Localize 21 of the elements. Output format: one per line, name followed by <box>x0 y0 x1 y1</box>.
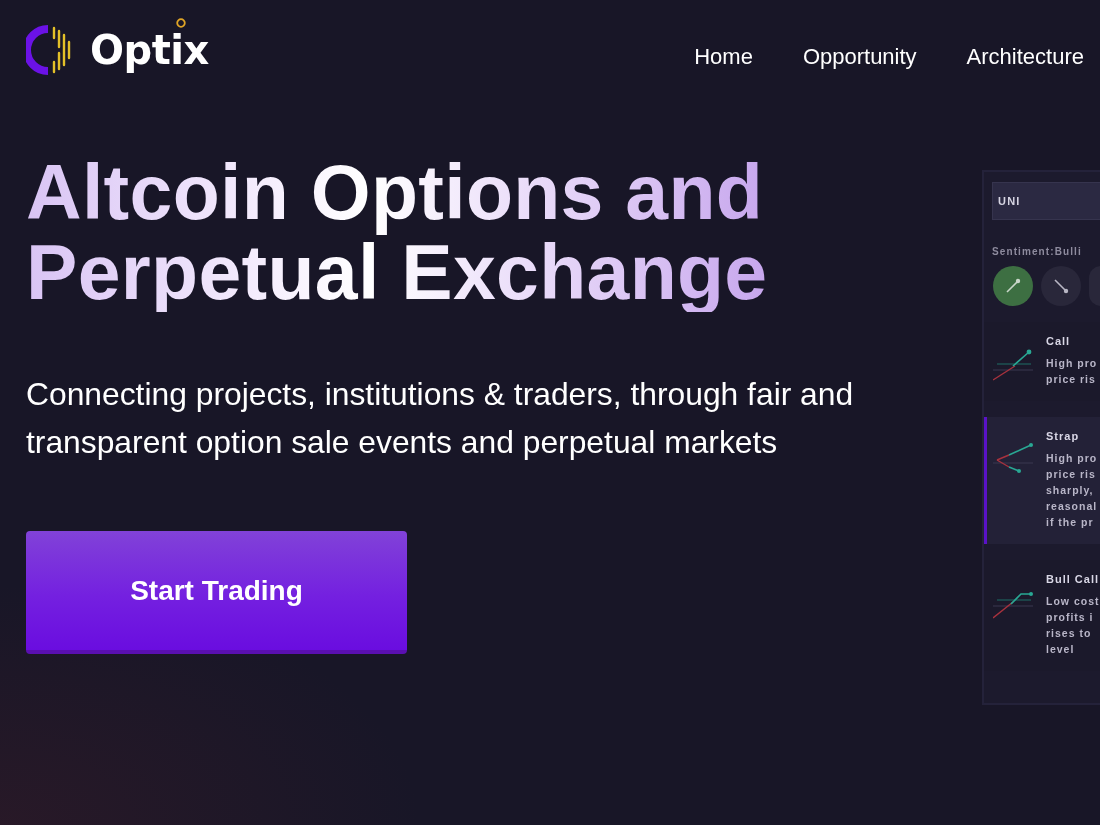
logo-text: Optix <box>90 26 209 73</box>
sentiment-button[interactable] <box>993 266 1033 306</box>
ring-icon <box>176 17 186 28</box>
hero-subtitle: Connecting projects, institutions & traders, through fair and transparent option sale events and perpetual markets <box>26 375 855 462</box>
arrow-up-right-icon <box>1004 277 1022 295</box>
arrow-down-right-icon <box>1052 277 1070 295</box>
nav-link[interactable]: Opportunity <box>802 43 917 71</box>
strategy-description: High pro price ris <box>1046 356 1098 387</box>
strategy-description: High pro price ris sharply, reasonal if the pr <box>1046 451 1098 530</box>
strategy-title: Call <box>1046 334 1072 348</box>
nav-link[interactable]: Architecture <box>966 43 1084 71</box>
sentiment-label: Sentiment:Bulli <box>992 246 1082 258</box>
strategy-description: Low cost profits i rises to level <box>1046 594 1100 657</box>
strategy-title: Strap <box>1046 429 1081 443</box>
payoff-chart-icon <box>993 348 1033 382</box>
sentiment-button[interactable] <box>1041 266 1081 306</box>
asset-input[interactable]: UNI <box>992 182 1100 220</box>
strategy-title: Bull Call <box>1046 572 1100 586</box>
start-trading-button[interactable]: Start Trading <box>26 531 407 654</box>
nav-link[interactable]: Home <box>694 43 753 71</box>
strategy-item[interactable]: Strap High pro price ris sharply, reasonal if the pr <box>984 417 1100 544</box>
